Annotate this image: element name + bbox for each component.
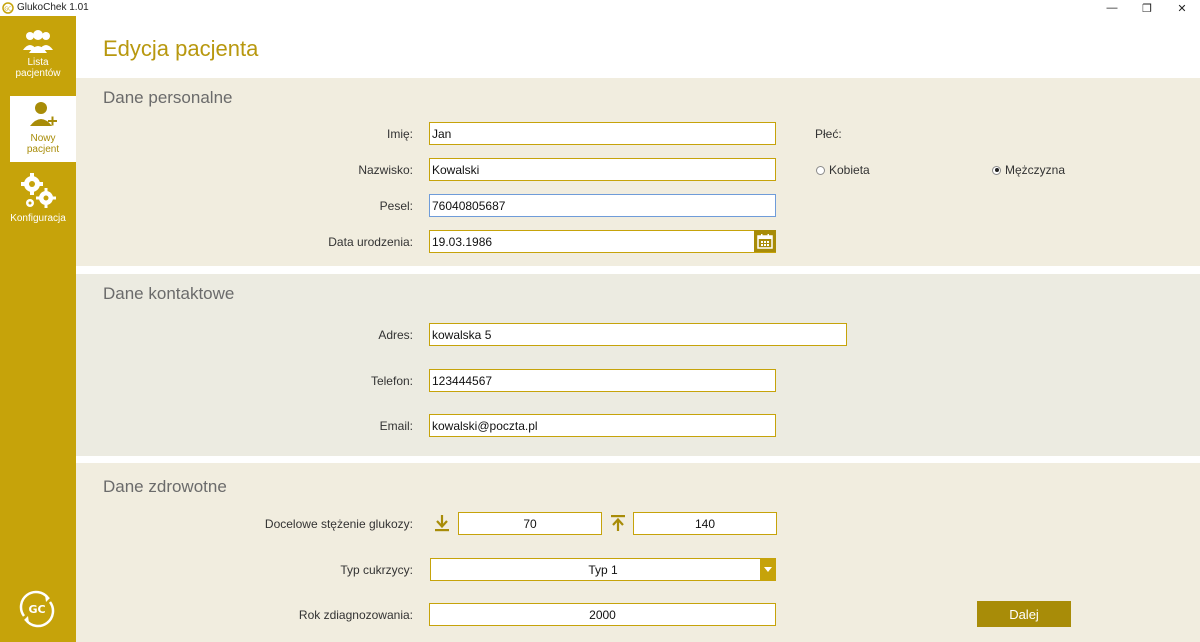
radio-dot-selected [992,165,1001,175]
app-title: GlukoChek 1.01 [17,2,89,13]
dropdown-toggle[interactable] [760,558,776,581]
last-name-label: Nazwisko: [358,163,413,177]
glucose-min-field[interactable] [458,512,602,535]
birth-date-field[interactable] [429,230,776,253]
email-field[interactable] [429,414,776,437]
users-icon [23,30,53,53]
sidebar-item-configuration[interactable]: Konfiguracja [0,172,76,236]
gender-female-radio[interactable]: Kobieta [816,163,870,177]
gender-male-radio[interactable]: Mężczyzna [992,163,1065,177]
next-button[interactable]: Dalej [977,601,1071,627]
first-name-field[interactable] [429,122,776,145]
close-button[interactable]: ✕ [1165,0,1199,16]
svg-text:GC: GC [28,603,45,616]
calendar-button[interactable] [754,230,776,252]
phone-label: Telefon: [370,374,413,388]
gender-female-label: Kobieta [829,163,870,177]
arrow-down-icon [435,515,449,532]
first-name-label: Imię: [386,127,413,141]
address-field[interactable] [429,323,847,346]
section-title: Dane personalne [103,88,233,107]
sidebar: Lista pacjentów Nowy pacjent Konfiguracj… [0,16,76,642]
section-title: Dane kontaktowe [103,284,235,303]
birth-date-label: Data urodzenia: [328,235,413,249]
arrow-up-icon [611,515,625,531]
page-title: Edycja pacjenta [103,36,259,61]
diagnosis-year-label: Rok zdiagnozowania: [298,608,413,622]
glucose-max-field[interactable] [633,512,777,535]
title-bar: GC GlukoChek 1.01 — ❐ ✕ [0,0,1200,16]
section-title: Dane zdrowotne [103,477,227,496]
diabetes-type-label: Typ cukrzycy: [340,563,413,577]
last-name-field[interactable] [429,158,776,181]
svg-text:GC: GC [4,7,12,13]
glucose-label: Docelowe stężenie glukozy: [264,517,413,531]
sidebar-item-patient-list[interactable]: Lista pacjentów [0,28,76,88]
gender-label: Płeć: [815,127,842,141]
gender-male-label: Mężczyzna [1005,163,1066,177]
sidebar-item-label: Lista pacjentów [15,57,61,79]
chevron-down-icon [764,567,772,572]
app-logo-icon: GC [2,2,14,14]
diagnosis-year-field[interactable] [429,603,776,626]
calendar-icon [757,234,773,249]
phone-field[interactable] [429,369,776,392]
sidebar-item-new-patient[interactable]: Nowy pacjent [10,96,76,162]
email-label: Email: [379,419,413,433]
diabetes-type-dropdown[interactable]: Typ 1 [430,558,776,581]
sidebar-item-label: Nowy pacjent [26,133,60,155]
add-user-icon [30,102,57,126]
pesel-label: Pesel: [379,199,413,213]
minimize-button[interactable]: — [1095,0,1129,16]
pesel-field[interactable] [429,194,776,217]
restore-button[interactable]: ❐ [1130,0,1164,16]
gears-icon [21,173,56,208]
gc-logo-icon: GC [19,590,55,628]
radio-dot [816,165,825,175]
address-label: Adres: [378,328,413,342]
sidebar-item-label: Konfiguracja [10,213,66,224]
